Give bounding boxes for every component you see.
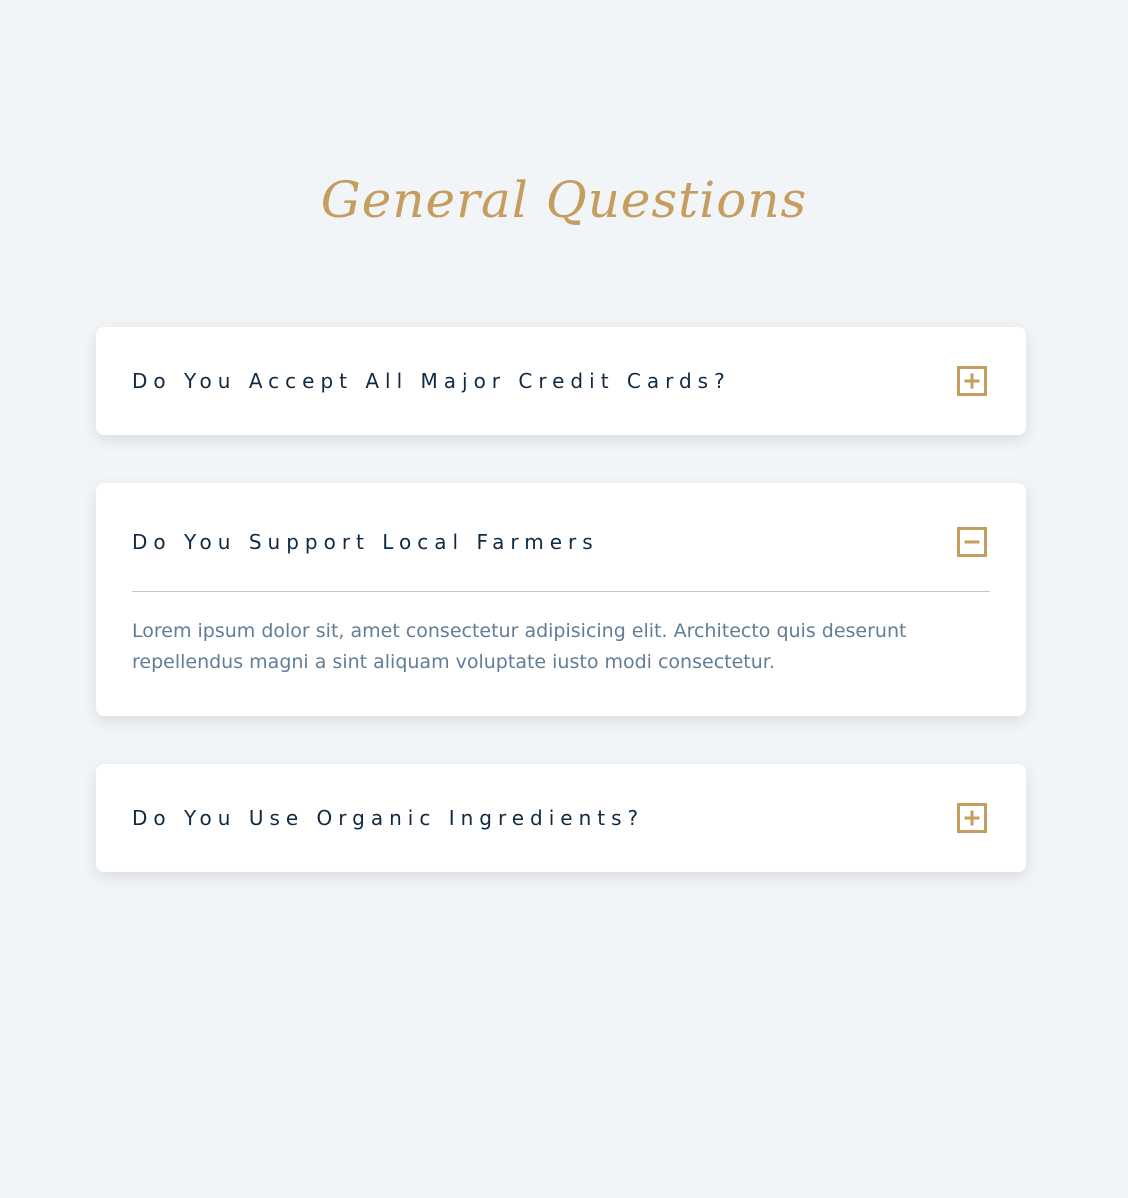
faq-question-text: Do You Support Local Farmers bbox=[132, 530, 599, 554]
minus-square-icon bbox=[957, 527, 987, 557]
faq-question-header[interactable]: Do You Accept All Major Credit Cards? bbox=[132, 327, 990, 435]
faq-question-header[interactable]: Do You Use Organic Ingredients? bbox=[132, 764, 990, 872]
faq-question-header[interactable]: Do You Support Local Farmers bbox=[132, 483, 990, 601]
collapse-button[interactable] bbox=[957, 527, 987, 557]
faq-page: General Questions Do You Accept All Majo… bbox=[0, 0, 1128, 1198]
faq-question-text: Do You Use Organic Ingredients? bbox=[132, 806, 645, 830]
faq-item: Do You Accept All Major Credit Cards? bbox=[96, 327, 1026, 435]
plus-square-icon bbox=[957, 366, 987, 396]
expand-button[interactable] bbox=[957, 803, 987, 833]
divider bbox=[132, 591, 990, 592]
faq-item: Do You Support Local Farmers Lorem ipsum… bbox=[96, 483, 1026, 716]
faq-item: Do You Use Organic Ingredients? bbox=[96, 764, 1026, 872]
plus-square-icon bbox=[957, 803, 987, 833]
faq-answer-text: Lorem ipsum dolor sit, amet consectetur … bbox=[132, 620, 907, 673]
expand-button[interactable] bbox=[957, 366, 987, 396]
page-title: General Questions bbox=[320, 171, 808, 229]
faq-question-text: Do You Accept All Major Credit Cards? bbox=[132, 369, 731, 393]
